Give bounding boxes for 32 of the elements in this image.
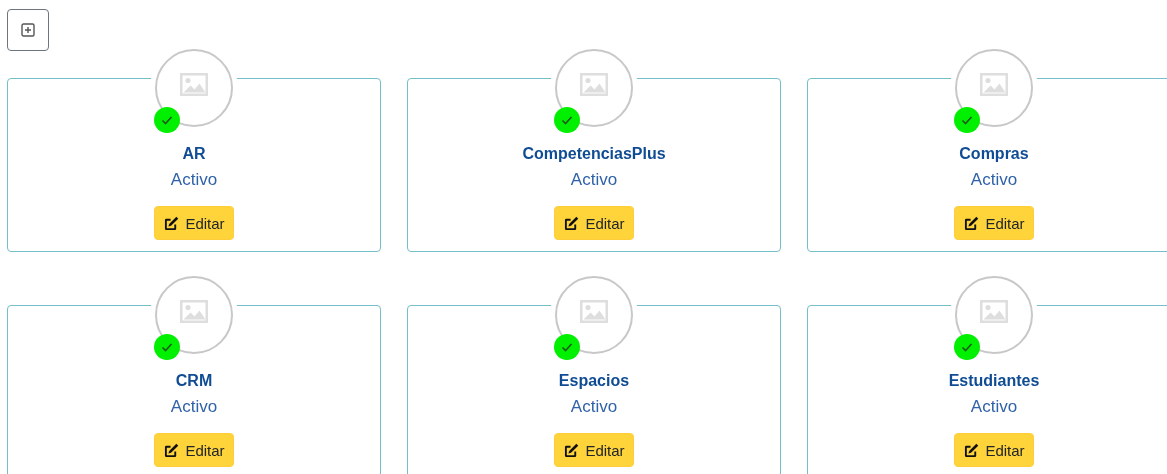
edit-button[interactable]: Editar (154, 206, 234, 240)
app-name: Estudiantes (948, 371, 1040, 391)
status-text: Activo (170, 170, 218, 190)
image-icon (980, 72, 1008, 96)
edit-icon (564, 215, 580, 231)
image-icon (580, 72, 608, 96)
image-icon (980, 299, 1008, 323)
status-text: Activo (170, 397, 218, 417)
plus-square-icon (21, 23, 35, 37)
image-icon (180, 299, 208, 323)
edit-button[interactable]: Editar (554, 433, 634, 467)
edit-icon (564, 442, 580, 458)
edit-button[interactable]: Editar (154, 433, 234, 467)
add-button[interactable] (7, 9, 49, 51)
app-name: AR (182, 144, 206, 164)
app-name: CRM (175, 371, 213, 391)
app-name: CompetenciasPlus (522, 144, 666, 164)
image-icon (580, 299, 608, 323)
edit-button[interactable]: Editar (954, 206, 1034, 240)
edit-button[interactable]: Editar (554, 206, 634, 240)
edit-icon (164, 215, 180, 231)
edit-icon (164, 442, 180, 458)
status-text: Activo (970, 170, 1018, 190)
app-name: Compras (959, 144, 1029, 164)
status-text: Activo (570, 397, 618, 417)
edit-button[interactable]: Editar (954, 433, 1034, 467)
edit-icon (964, 442, 980, 458)
status-text: Activo (570, 170, 618, 190)
edit-icon (964, 215, 980, 231)
status-text: Activo (970, 397, 1018, 417)
app-name: Espacios (558, 371, 630, 391)
image-icon (180, 72, 208, 96)
